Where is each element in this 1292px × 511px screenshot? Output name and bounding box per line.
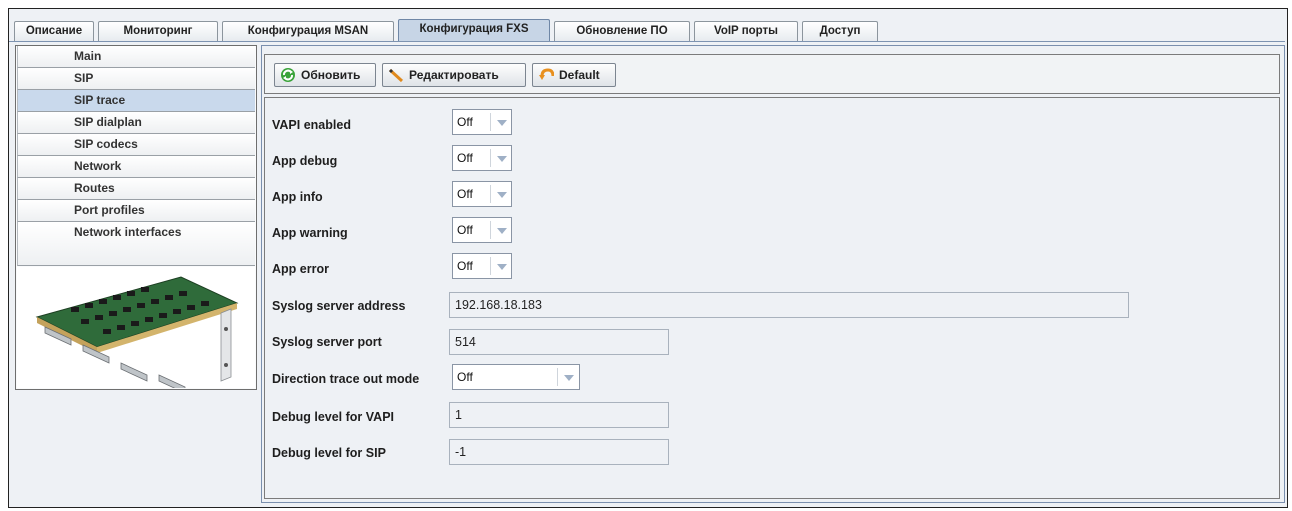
debug-sip-label: Debug level for SIP	[272, 446, 386, 460]
sidebar-item-main[interactable]: Main	[17, 46, 255, 68]
tab-description[interactable]: Описание	[14, 21, 94, 41]
app-info-value: Off	[457, 187, 473, 201]
sidebar-item-sip[interactable]: SIP	[17, 68, 255, 90]
app-debug-select[interactable]: Off	[452, 145, 512, 171]
syslog-port-label: Syslog server port	[272, 335, 382, 349]
edit-button[interactable]: Редактировать	[382, 63, 526, 87]
sidebar-item-sip-codecs[interactable]: SIP codecs	[17, 134, 255, 156]
app-info-select[interactable]: Off	[452, 181, 512, 207]
vapi-enabled-select[interactable]: Off	[452, 109, 512, 135]
tab-underline	[9, 41, 1285, 42]
tab-access[interactable]: Доступ	[802, 21, 878, 41]
sidebar-item-network[interactable]: Network	[17, 156, 255, 178]
tab-bar: Описание Мониторинг Конфигурация MSAN Ко…	[9, 13, 1285, 42]
debug-vapi-field[interactable]: 1	[449, 402, 669, 428]
sidebar-item-label: Network	[74, 159, 122, 173]
app-error-label: App error	[272, 262, 329, 276]
syslog-port-field[interactable]: 514	[449, 329, 669, 355]
chevron-down-icon	[497, 264, 507, 270]
direction-trace-select[interactable]: Off	[452, 364, 580, 390]
sidebar: Main SIP SIP trace SIP dialplan SIP code…	[15, 45, 257, 394]
app-warning-value: Off	[457, 223, 473, 237]
sidebar-item-label: Routes	[74, 181, 115, 195]
circuit-board-icon	[35, 276, 239, 394]
app-debug-value: Off	[457, 151, 473, 165]
vapi-enabled-label: VAPI enabled	[272, 118, 351, 132]
fxs-board-image	[17, 267, 255, 394]
refresh-button[interactable]: Обновить	[274, 63, 376, 87]
tab-firmware-update[interactable]: Обновление ПО	[554, 21, 690, 41]
syslog-address-label: Syslog server address	[272, 299, 406, 313]
undo-icon	[539, 68, 554, 80]
chevron-down-icon	[497, 192, 507, 198]
sidebar-item-routes[interactable]: Routes	[17, 178, 255, 200]
app-error-value: Off	[457, 259, 473, 273]
default-button-label: Default	[559, 68, 600, 82]
tab-monitoring[interactable]: Мониторинг	[98, 21, 218, 41]
app-info-label: App info	[272, 190, 323, 204]
toolbar: Обновить Редактировать Default	[264, 54, 1280, 94]
app-error-select[interactable]: Off	[452, 253, 512, 279]
sidebar-item-label: Main	[74, 49, 102, 63]
chevron-down-icon	[497, 156, 507, 162]
tab-msan-config[interactable]: Конфигурация MSAN	[222, 21, 394, 41]
chevron-down-icon	[564, 375, 574, 381]
sidebar-item-label: SIP dialplan	[74, 115, 142, 129]
syslog-address-field[interactable]: 192.168.18.183	[449, 292, 1129, 318]
sidebar-item-label: SIP codecs	[74, 137, 138, 151]
direction-trace-value: Off	[457, 370, 473, 384]
tab-fxs-config[interactable]: Конфигурация FXS	[398, 19, 550, 42]
chevron-down-icon	[497, 228, 507, 234]
default-button[interactable]: Default	[532, 63, 616, 87]
sidebar-item-label: Network interfaces	[74, 225, 182, 239]
app-debug-label: App debug	[272, 154, 338, 168]
app-warning-select[interactable]: Off	[452, 217, 512, 243]
debug-sip-field[interactable]: -1	[449, 439, 669, 465]
sidebar-item-port-profiles[interactable]: Port profiles	[17, 200, 255, 222]
edit-button-label: Редактировать	[409, 68, 499, 82]
refresh-button-label: Обновить	[301, 68, 361, 82]
vapi-enabled-value: Off	[457, 115, 473, 129]
chevron-down-icon	[497, 120, 507, 126]
refresh-icon	[281, 68, 295, 82]
sidebar-item-network-interfaces[interactable]: Network interfaces	[17, 222, 255, 266]
app-warning-label: App warning	[272, 226, 348, 240]
sidebar-item-label: Port profiles	[74, 203, 145, 217]
sidebar-item-label: SIP	[74, 71, 94, 85]
sidebar-item-label: SIP trace	[74, 93, 126, 107]
pencil-icon	[388, 68, 404, 83]
sidebar-item-sip-trace[interactable]: SIP trace	[17, 90, 255, 112]
direction-trace-label: Direction trace out mode	[272, 372, 420, 386]
sidebar-item-sip-dialplan[interactable]: SIP dialplan	[17, 112, 255, 134]
debug-vapi-label: Debug level for VAPI	[272, 410, 395, 424]
tab-voip-ports[interactable]: VoIP порты	[694, 21, 798, 41]
